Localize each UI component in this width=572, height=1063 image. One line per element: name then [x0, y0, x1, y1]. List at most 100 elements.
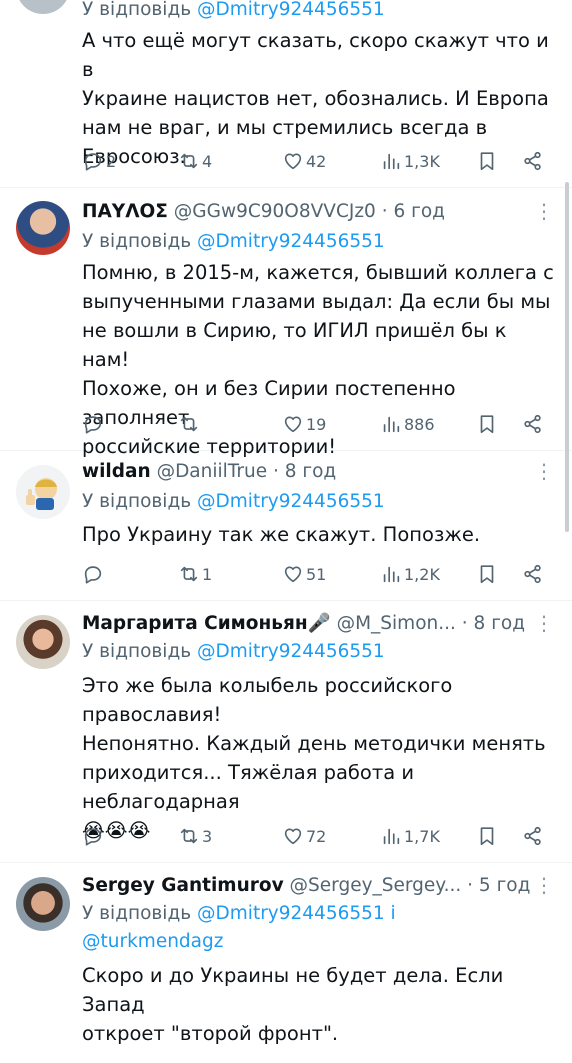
avatar[interactable] — [16, 877, 70, 931]
reply-button[interactable] — [82, 821, 106, 851]
reply-context: У відповідь @Dmitry924456551 — [82, 638, 556, 666]
avatar[interactable] — [16, 465, 70, 519]
author-name[interactable]: ΠΑΥΛΟΣ — [82, 201, 168, 222]
like-icon — [284, 416, 302, 433]
repost-button[interactable] — [178, 409, 202, 439]
share-icon — [524, 151, 541, 171]
reply-context: У відповідь @Dmitry924456551 — [82, 488, 556, 516]
reply-button[interactable]: 2 — [82, 146, 116, 176]
bookmark-icon — [480, 415, 494, 434]
bookmark-button[interactable] — [476, 821, 498, 851]
tweet-header: Sergey Gantimurov @Sergey_Sergey... · 5 … — [82, 873, 532, 899]
reply-prefix: У відповідь — [82, 641, 192, 662]
reply-button[interactable] — [82, 559, 106, 589]
reply-to-link[interactable]: @Dmitry924456551 — [197, 0, 385, 20]
views-icon — [383, 416, 400, 433]
views-button[interactable]: 1,2K — [380, 559, 440, 589]
like-button[interactable]: 51 — [282, 559, 326, 589]
reply-to-link[interactable]: @Dmitry924456551 — [197, 491, 385, 512]
views-count: 1,7K — [404, 826, 440, 846]
author-name[interactable]: Sergey Gantimurov — [82, 875, 284, 896]
author-handle[interactable]: @Sergey_Sergey... — [290, 875, 462, 896]
bookmark-icon — [480, 827, 494, 846]
tweet-card[interactable]: ΠΑΥΛΟΣ @GGw9C90O8VVCJz0 · 6 год ⋮ У відп… — [0, 187, 572, 458]
author-handle[interactable]: @GGw9C90O8VVCJz0 — [174, 201, 376, 222]
reply-icon — [84, 153, 102, 171]
share-button[interactable] — [522, 559, 544, 589]
views-button[interactable]: 1,3K — [380, 146, 440, 176]
reply-icon — [84, 566, 102, 584]
avatar[interactable] — [16, 0, 70, 14]
tweet-card[interactable]: Sergey Gantimurov @Sergey_Sergey... · 5 … — [0, 863, 572, 1063]
like-count: 51 — [306, 564, 327, 584]
share-icon — [524, 826, 541, 846]
repost-icon — [180, 828, 198, 844]
repost-icon — [180, 153, 198, 169]
tweet-card[interactable]: Маргарита Симоньян🎤 @M_Simon... · 8 год … — [0, 601, 572, 863]
bookmark-button[interactable] — [476, 559, 498, 589]
like-button[interactable]: 19 — [282, 409, 326, 439]
views-button[interactable]: 1,7K — [380, 821, 440, 851]
reply-context: У відповідь @Dmitry924456551 — [82, 0, 556, 24]
tweet-time[interactable]: · 8 год — [462, 613, 525, 634]
tweet-card[interactable]: У відповідь @Dmitry924456551 А что ещё м… — [0, 0, 572, 188]
more-icon[interactable]: ⋮ — [534, 459, 554, 485]
avatar[interactable] — [16, 615, 70, 669]
views-count: 1,2K — [404, 564, 440, 584]
like-icon — [284, 566, 302, 583]
reply-to-link[interactable]: @Dmitry924456551 — [197, 641, 385, 662]
views-icon — [383, 566, 400, 583]
like-button[interactable]: 42 — [282, 146, 326, 176]
bookmark-icon — [480, 565, 494, 584]
tweet-card[interactable]: wildan @DaniilTrue · 8 год ⋮ У відповідь… — [0, 451, 572, 601]
repost-count: 3 — [202, 826, 213, 846]
views-button[interactable]: 886 — [380, 409, 435, 439]
more-icon[interactable]: ⋮ — [534, 611, 554, 637]
more-icon[interactable]: ⋮ — [534, 873, 554, 899]
author-handle[interactable]: @M_Simon... — [337, 613, 456, 634]
reply-button[interactable] — [82, 409, 106, 439]
share-button[interactable] — [522, 821, 544, 851]
repost-button[interactable]: 4 — [178, 146, 212, 176]
tweet-text: Про Украину так же скажут. Попозже. — [82, 523, 481, 546]
reply-to-link[interactable]: @Dmitry924456551 і — [197, 903, 396, 924]
tweet-header: wildan @DaniilTrue · 8 год — [82, 459, 532, 485]
author-name[interactable]: wildan — [82, 461, 151, 482]
views-count: 886 — [404, 414, 435, 434]
bookmark-button[interactable] — [476, 409, 498, 439]
avatar[interactable] — [16, 201, 70, 255]
tweet-actions: 2 4 42 1,3K — [82, 146, 552, 176]
reply-count: 2 — [106, 151, 117, 171]
tweet-header: Маргарита Симоньян🎤 @M_Simon... · 8 год — [82, 611, 532, 637]
repost-icon — [180, 416, 198, 432]
reply-prefix: У відповідь — [82, 491, 192, 512]
reply-context: У відповідь @Dmitry924456551 і @turkmend… — [82, 900, 556, 956]
author-name[interactable]: Маргарита Симоньян🎤 — [82, 613, 331, 634]
like-count: 72 — [306, 826, 327, 846]
like-icon — [284, 153, 302, 170]
reply-to-link[interactable]: @turkmendagz — [82, 931, 223, 952]
bookmark-button[interactable] — [476, 146, 498, 176]
tweet-time[interactable]: · 5 год — [467, 875, 530, 896]
views-icon — [383, 153, 400, 170]
repost-button[interactable]: 3 — [178, 821, 212, 851]
repost-count: 1 — [202, 564, 213, 584]
like-count: 19 — [306, 414, 327, 434]
more-icon[interactable]: ⋮ — [534, 199, 554, 225]
reply-icon — [84, 828, 102, 846]
reply-prefix: У відповідь — [82, 231, 192, 252]
reply-context: У відповідь @Dmitry924456551 — [82, 228, 556, 256]
author-handle[interactable]: @DaniilTrue — [157, 461, 268, 482]
repost-button[interactable]: 1 — [178, 559, 212, 589]
tweet-text: Это же была колыбель российского правосл… — [82, 674, 546, 842]
scrollbar[interactable] — [565, 182, 569, 532]
like-button[interactable]: 72 — [282, 821, 326, 851]
share-button[interactable] — [522, 146, 544, 176]
share-button[interactable] — [522, 409, 544, 439]
tweet-text: Скоро и до Украины не будет дела. Если З… — [82, 964, 504, 1045]
tweet-time[interactable]: · 8 год — [273, 461, 336, 482]
like-count: 42 — [306, 151, 327, 171]
reply-prefix: У відповідь — [82, 903, 192, 924]
tweet-time[interactable]: · 6 год — [382, 201, 445, 222]
reply-to-link[interactable]: @Dmitry924456551 — [197, 231, 385, 252]
